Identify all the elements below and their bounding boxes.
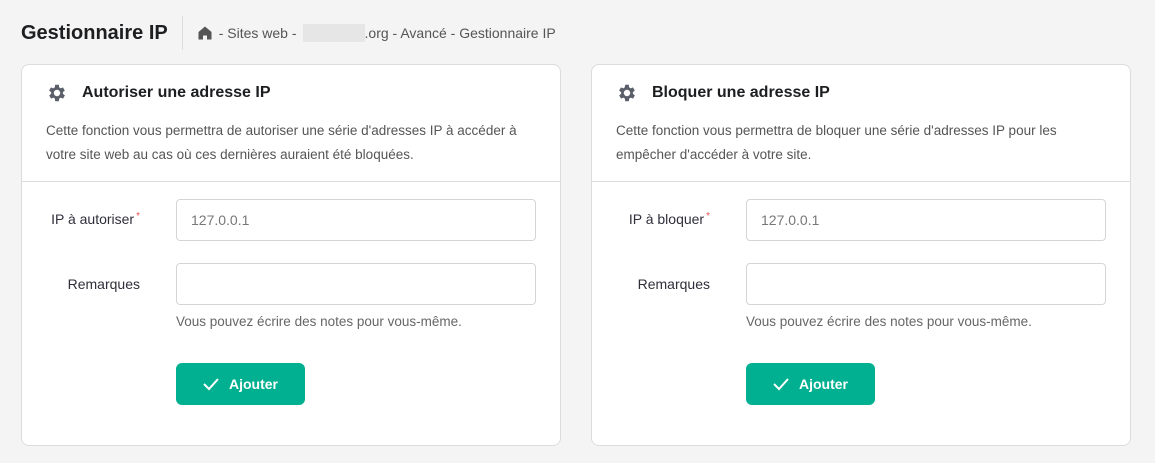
notes-help: Vous pouvez écrire des notes pour vous-m… — [746, 314, 1032, 329]
check-icon — [773, 378, 789, 391]
notes-help: Vous pouvez écrire des notes pour vous-m… — [176, 314, 462, 329]
card-title: Autoriser une adresse IP — [82, 84, 271, 101]
ip-input[interactable] — [746, 199, 1106, 241]
add-button-label: Ajouter — [799, 376, 848, 392]
check-icon — [203, 378, 219, 391]
ip-input[interactable] — [176, 199, 536, 241]
ip-label-text: IP à bloquer — [628, 211, 705, 227]
notes-input[interactable] — [176, 263, 536, 305]
ip-label: IP à autoriser * — [51, 211, 140, 227]
redacted-domain — [302, 24, 365, 42]
breadcrumb-rest[interactable]: .org - Avancé - Gestionnaire IP — [365, 25, 556, 41]
breadcrumb: - Sites web - .org - Avancé - Gestionnai… — [197, 24, 556, 42]
card-description: Cette fonction vous permettra de autoris… — [46, 123, 517, 162]
card-description: Cette fonction vous permettra de bloquer… — [616, 123, 1057, 162]
block-ip-card: Bloquer une adresse IP Cette fonction vo… — [591, 64, 1131, 446]
required-mark: * — [136, 211, 140, 222]
card-title: Bloquer une adresse IP — [652, 84, 830, 101]
divider — [181, 16, 183, 50]
notes-label: Remarques — [637, 276, 710, 292]
gear-icon — [619, 84, 635, 102]
required-mark: * — [706, 211, 710, 222]
breadcrumb-sites[interactable]: - Sites web - — [219, 25, 297, 41]
notes-input[interactable] — [746, 263, 1106, 305]
page-title: Gestionnaire IP — [21, 21, 168, 44]
add-button-label: Ajouter — [229, 376, 278, 392]
ip-label: IP à bloquer * — [629, 211, 710, 227]
add-button[interactable]: Ajouter — [176, 363, 305, 405]
page-header: Gestionnaire IP - Sites web - .org - Ava… — [21, 16, 556, 50]
allow-ip-card: Autoriser une adresse IP Cette fonction … — [21, 64, 561, 446]
home-icon[interactable] — [197, 25, 213, 41]
ip-label-text: IP à autoriser — [51, 211, 135, 227]
add-button[interactable]: Ajouter — [746, 363, 875, 405]
gear-icon — [49, 84, 65, 102]
notes-label: Remarques — [67, 276, 140, 292]
